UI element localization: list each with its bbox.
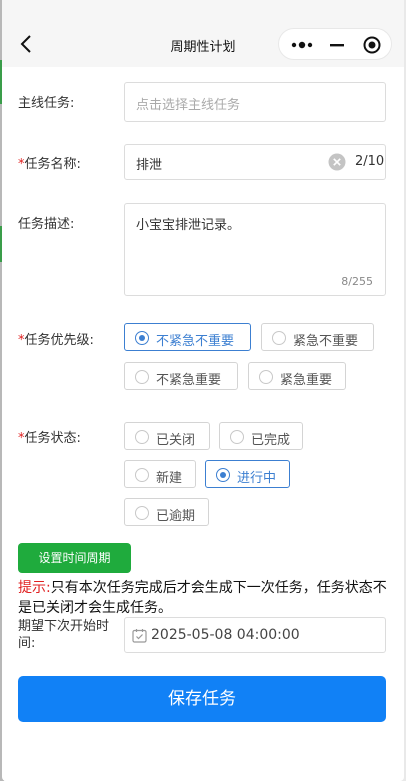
- main-task-selector[interactable]: 点击选择主线任务: [124, 82, 386, 122]
- priority-option-urgent-not-important[interactable]: 紧急不重要: [261, 323, 374, 351]
- next-start-label: 期望下次开始时间:: [18, 619, 110, 651]
- radio-selected-icon: [135, 331, 149, 345]
- main-task-label: 主线任务:: [18, 96, 75, 111]
- radio-unselected-icon: [272, 331, 286, 345]
- task-desc-value: 小宝宝排泄记录。: [136, 218, 241, 233]
- radio-selected-icon: [216, 468, 230, 482]
- more-dots-icon[interactable]: [291, 38, 313, 52]
- radio-label: 进行中: [237, 471, 277, 486]
- radio-unselected-icon: [135, 506, 149, 520]
- radio-label: 不紧急不重要: [156, 334, 235, 349]
- status-option-completed[interactable]: 已完成: [219, 422, 303, 450]
- task-desc-label: 任务描述:: [18, 217, 75, 232]
- task-desc-counter: 8/255: [341, 275, 373, 288]
- clear-icon[interactable]: [328, 153, 346, 171]
- task-desc-textarea[interactable]: 小宝宝排泄记录。 8/255: [124, 203, 386, 296]
- status-label-text: 任务状态:: [24, 431, 81, 446]
- task-name-label: *任务名称:: [18, 153, 81, 172]
- priority-option-not-urgent-not-important[interactable]: 不紧急不重要: [124, 323, 251, 351]
- radio-label: 紧急重要: [280, 373, 333, 388]
- radio-label: 已逾期: [156, 509, 196, 524]
- radio-label: 已关闭: [156, 433, 196, 448]
- task-name-label-text: 任务名称:: [24, 157, 81, 172]
- radio-label: 不紧急重要: [156, 373, 222, 388]
- status-option-overdue[interactable]: 已逾期: [124, 498, 209, 526]
- status-label: *任务状态:: [18, 427, 81, 446]
- tip-body: 只有本次任务完成后才会生成下一次任务，任务状态不是已关闭才会生成任务。: [18, 580, 387, 616]
- radio-label: 新建: [156, 471, 183, 486]
- tip-label: 提示:: [18, 580, 51, 596]
- navbar: 周期性计划: [2, 0, 404, 67]
- close-circle-icon[interactable]: [363, 36, 381, 54]
- radio-label: 已完成: [251, 433, 291, 448]
- radio-unselected-icon: [135, 370, 149, 384]
- minimize-icon[interactable]: [329, 37, 345, 53]
- periodic-plan-page: 周期性计划 主线任务: 点击选择主线任务 *任务名称: 排泄 2/10 任务描述…: [2, 0, 404, 781]
- priority-option-urgent-important[interactable]: 紧急重要: [248, 362, 346, 390]
- radio-unselected-icon: [230, 430, 244, 444]
- status-option-in-progress[interactable]: 进行中: [205, 460, 290, 488]
- next-start-date-picker[interactable]: 2025-05-08 04:00:00: [124, 617, 386, 653]
- set-period-button[interactable]: 设置时间周期: [18, 543, 131, 573]
- miniprogram-capsule: [278, 28, 392, 60]
- save-task-button[interactable]: 保存任务: [18, 676, 386, 722]
- calendar-icon: [132, 629, 147, 643]
- tip-text: 提示:只有本次任务完成后才会生成下一次任务，任务状态不是已关闭才会生成任务。: [18, 578, 390, 618]
- priority-label: *任务优先级:: [18, 329, 94, 348]
- status-option-new[interactable]: 新建: [124, 460, 196, 488]
- priority-option-not-urgent-important[interactable]: 不紧急重要: [124, 362, 238, 390]
- radio-unselected-icon: [135, 430, 149, 444]
- radio-unselected-icon: [135, 468, 149, 482]
- radio-unselected-icon: [259, 370, 273, 384]
- priority-label-text: 任务优先级:: [24, 333, 94, 348]
- task-name-value: 排泄: [136, 158, 163, 173]
- task-name-input[interactable]: 排泄 2/10: [124, 144, 386, 180]
- task-name-counter: 2/10: [355, 154, 385, 169]
- next-start-value: 2025-05-08 04:00:00: [151, 627, 300, 643]
- radio-label: 紧急不重要: [293, 334, 359, 349]
- main-task-placeholder: 点击选择主线任务: [136, 98, 241, 113]
- status-option-closed[interactable]: 已关闭: [124, 422, 210, 450]
